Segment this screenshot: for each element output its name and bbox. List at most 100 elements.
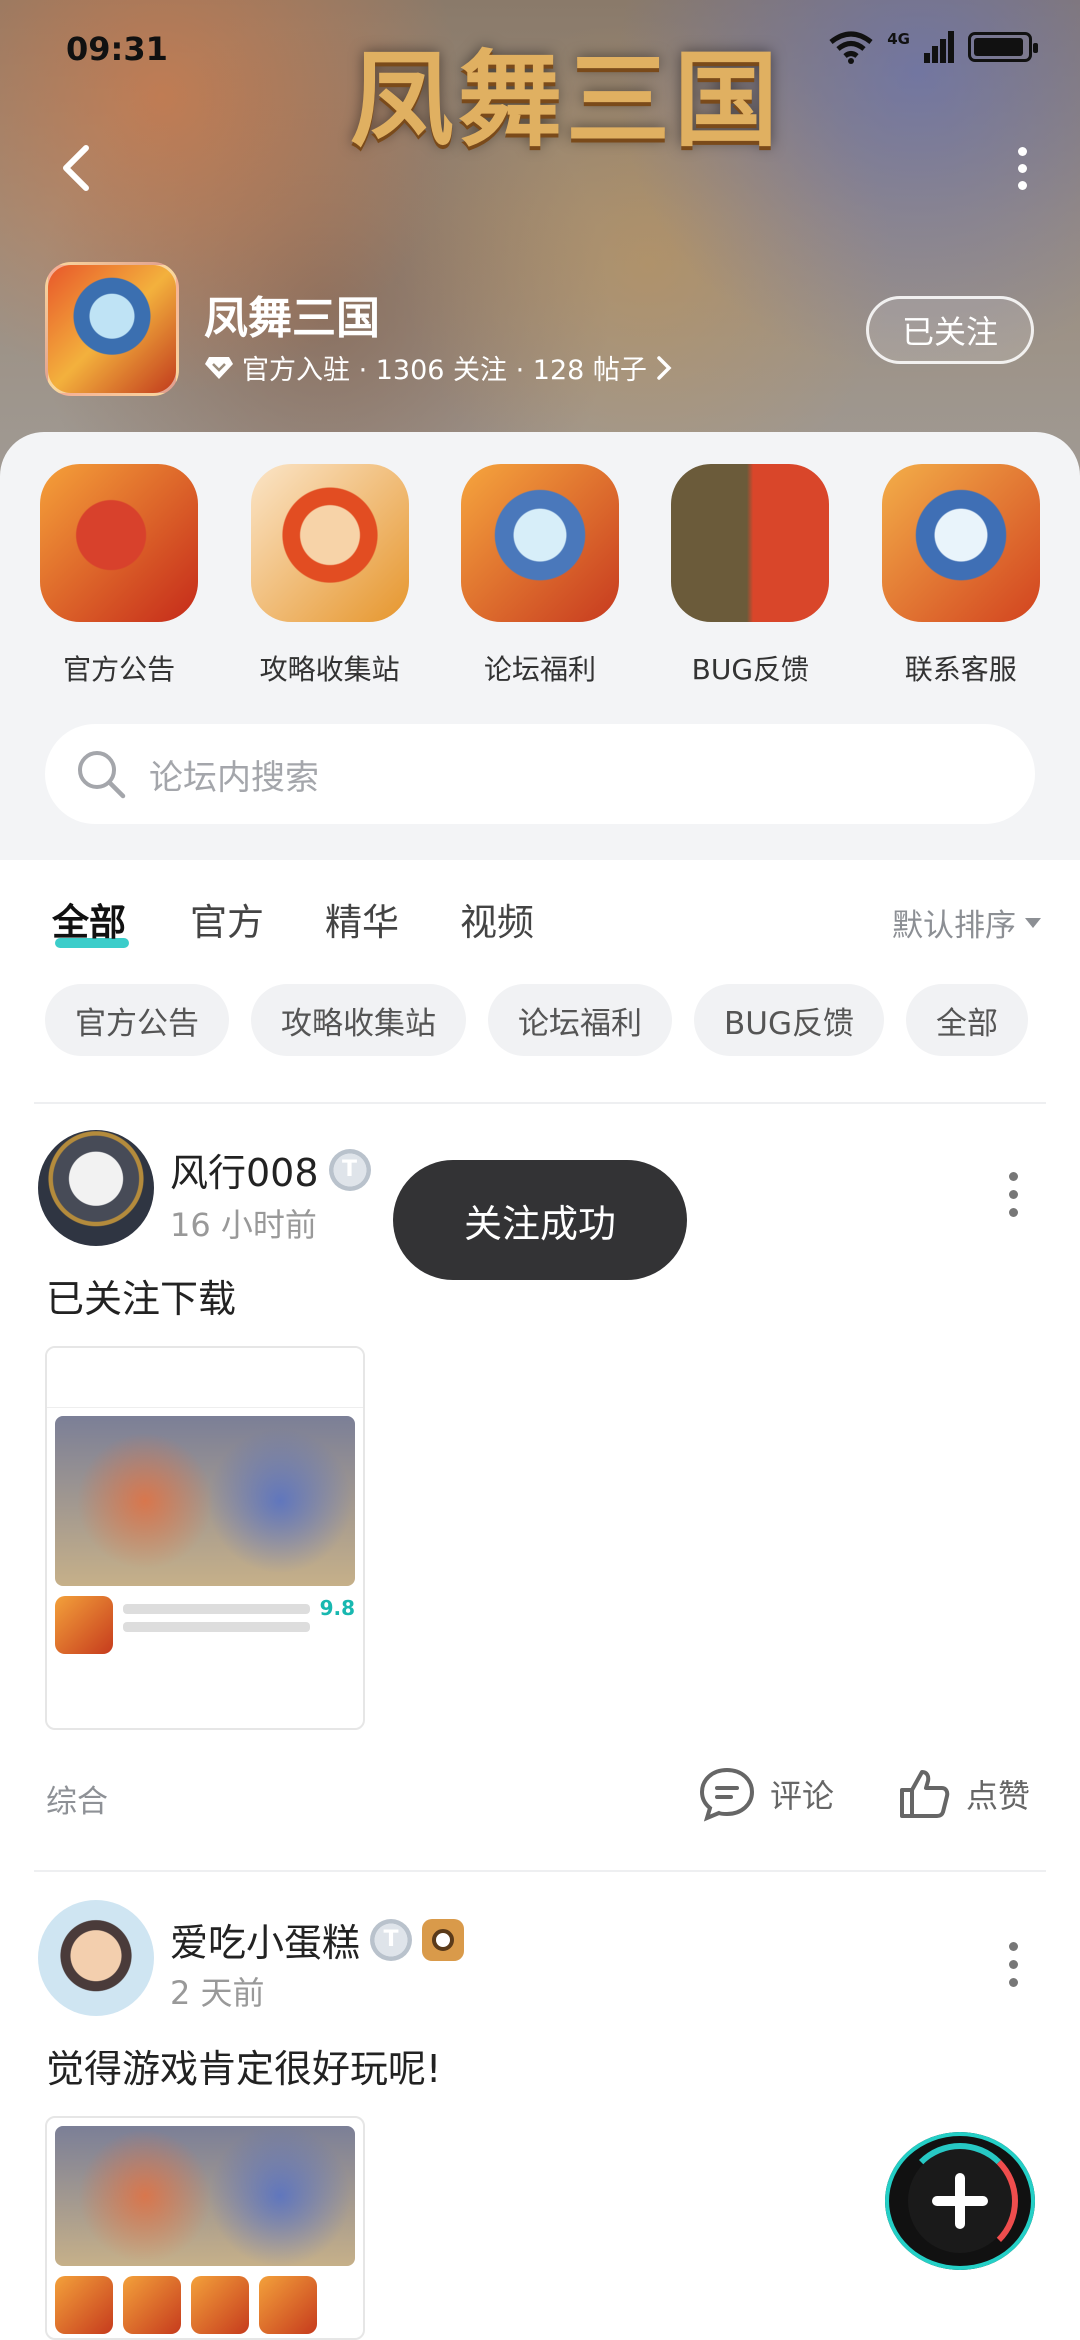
post-time: 2 天前 <box>170 1974 265 2012</box>
tab-official[interactable]: 官方 <box>190 892 264 946</box>
thumb-game-icon <box>259 2276 317 2334</box>
shortcut-label: 官方公告 <box>63 653 176 686</box>
plus-bar <box>955 2173 965 2229</box>
divider <box>34 1870 1046 1872</box>
shortcut-row: 官方公告 攻略收集站 论坛福利 BUG反馈 联系客服 <box>0 464 1080 688</box>
thumbs-up-icon <box>900 1770 950 1818</box>
badge-face <box>432 1928 455 1951</box>
follow-button[interactable]: 已关注 <box>866 296 1034 364</box>
shortcut-label: 攻略收集站 <box>259 653 400 686</box>
forum-benefits-icon <box>460 464 619 622</box>
search-input[interactable]: 论坛内搜索 <box>45 724 1035 824</box>
author-name: 爱吃小蛋糕 <box>170 1921 361 1965</box>
more-options-button[interactable] <box>994 140 1050 196</box>
tab-featured[interactable]: 精华 <box>325 892 399 946</box>
post-category[interactable]: 综合 <box>46 1776 108 1821</box>
post-more-button[interactable] <box>1006 1172 1020 1217</box>
back-button[interactable] <box>50 140 106 196</box>
sort-dropdown[interactable]: 默认排序 <box>892 900 1042 945</box>
bug-report-icon <box>671 464 830 622</box>
caret-down-icon <box>1025 917 1041 928</box>
post-author[interactable]: 爱吃小蛋糕 T <box>170 1912 465 1967</box>
chip-bug-report[interactable]: BUG反馈 <box>694 984 884 1056</box>
shortcut-panel: 官方公告 攻略收集站 论坛福利 BUG反馈 联系客服 论坛内搜索 <box>0 432 1080 860</box>
more-dot <box>1017 146 1027 156</box>
thumb-lines <box>123 1596 310 1656</box>
official-notice-icon <box>40 464 199 622</box>
avatar[interactable] <box>38 1900 154 2016</box>
create-post-button[interactable] <box>885 2132 1035 2270</box>
post-author[interactable]: 风行008 T <box>170 1142 371 1197</box>
comment-button[interactable]: 评论 <box>698 1766 834 1822</box>
strategy-icon <box>250 464 409 622</box>
more-dot <box>1008 1942 1018 1951</box>
shortcut-official-notice[interactable]: 官方公告 <box>29 464 209 688</box>
thumb-header <box>47 1348 363 1408</box>
comment-label: 评论 <box>770 1777 835 1815</box>
shortcut-label: 联系客服 <box>904 653 1017 686</box>
customer-service-icon <box>881 464 1040 622</box>
plus-icon <box>902 2143 1018 2259</box>
thumb-banner <box>55 2126 355 2266</box>
level-badge-icon: T <box>328 1148 371 1191</box>
thumb-score: 9.8 <box>319 1596 355 1620</box>
signal-icon <box>924 31 954 63</box>
search-placeholder: 论坛内搜索 <box>149 757 319 798</box>
chevron-right-icon <box>657 355 672 380</box>
post-more-button[interactable] <box>1006 1942 1020 1987</box>
chip-official-notice[interactable]: 官方公告 <box>45 984 229 1056</box>
thumb-game-row: 9.8 <box>55 1596 355 1656</box>
toast-message: 关注成功 <box>393 1160 687 1280</box>
back-arrow-icon <box>63 145 89 191</box>
like-button[interactable]: 点赞 <box>896 1766 1030 1822</box>
feed-tabs: 全部 官方 精华 视频 默认排序 <box>0 880 1080 960</box>
chip-forum-benefits[interactable]: 论坛福利 <box>488 984 672 1056</box>
game-name: 凤舞三国 <box>204 293 380 344</box>
thumb-game-icon <box>55 1596 113 1654</box>
game-meta-link[interactable]: 官方入驻 · 1306 关注 · 128 帖子 <box>204 348 673 387</box>
battery-icon <box>968 32 1038 62</box>
thumb-icon-row <box>55 2276 355 2336</box>
author-name: 风行008 <box>170 1151 319 1195</box>
more-dot <box>1017 163 1027 173</box>
shortcut-strategy[interactable]: 攻略收集站 <box>240 464 420 688</box>
divider <box>34 1102 1046 1104</box>
game-avatar[interactable] <box>45 262 179 396</box>
more-dot <box>1008 1960 1018 1969</box>
thumb-banner <box>55 1416 355 1586</box>
chip-strategy[interactable]: 攻略收集站 <box>251 984 466 1056</box>
network-label: 4G <box>887 30 910 48</box>
search-icon <box>78 751 126 799</box>
more-dot <box>1017 180 1027 190</box>
tab-all[interactable]: 全部 <box>52 892 126 946</box>
status-time: 09:31 <box>66 30 168 68</box>
status-icons: 4G <box>829 30 1038 64</box>
diamond-icon <box>205 356 233 379</box>
level-badge-icon: T <box>370 1918 413 1961</box>
category-chips: 官方公告 攻略收集站 论坛福利 BUG反馈 全部 <box>45 984 1028 1056</box>
thumb-game-icon <box>123 2276 181 2334</box>
shortcut-forum-benefits[interactable]: 论坛福利 <box>450 464 630 688</box>
post-image[interactable]: 9.8 <box>45 1346 365 1730</box>
achievement-badge-icon <box>422 1918 465 1961</box>
tab-video[interactable]: 视频 <box>460 892 534 946</box>
game-meta-text: 官方入驻 · 1306 关注 · 128 帖子 <box>242 355 647 386</box>
thumb-game-icon <box>191 2276 249 2334</box>
comment-icon <box>699 1767 755 1822</box>
post-text[interactable]: 已关注下载 <box>46 1268 236 1323</box>
post-image[interactable] <box>45 2116 365 2340</box>
sort-label: 默认排序 <box>892 908 1016 944</box>
post-footer: 综合 评论 点赞 <box>0 1766 1080 1826</box>
more-dot <box>1008 1208 1018 1217</box>
avatar[interactable] <box>38 1130 154 1246</box>
post-text[interactable]: 觉得游戏肯定很好玩呢! <box>46 2038 441 2093</box>
like-label: 点赞 <box>966 1777 1031 1815</box>
shortcut-bug-report[interactable]: BUG反馈 <box>660 464 840 688</box>
more-dot <box>1008 1190 1018 1199</box>
status-bar: 09:31 4G <box>0 0 1080 100</box>
chip-all[interactable]: 全部 <box>905 984 1028 1056</box>
battery-level <box>974 38 1024 56</box>
shortcut-customer-service[interactable]: 联系客服 <box>871 464 1051 688</box>
shortcut-label: 论坛福利 <box>483 653 596 686</box>
thumb-game-icon <box>55 2276 113 2334</box>
